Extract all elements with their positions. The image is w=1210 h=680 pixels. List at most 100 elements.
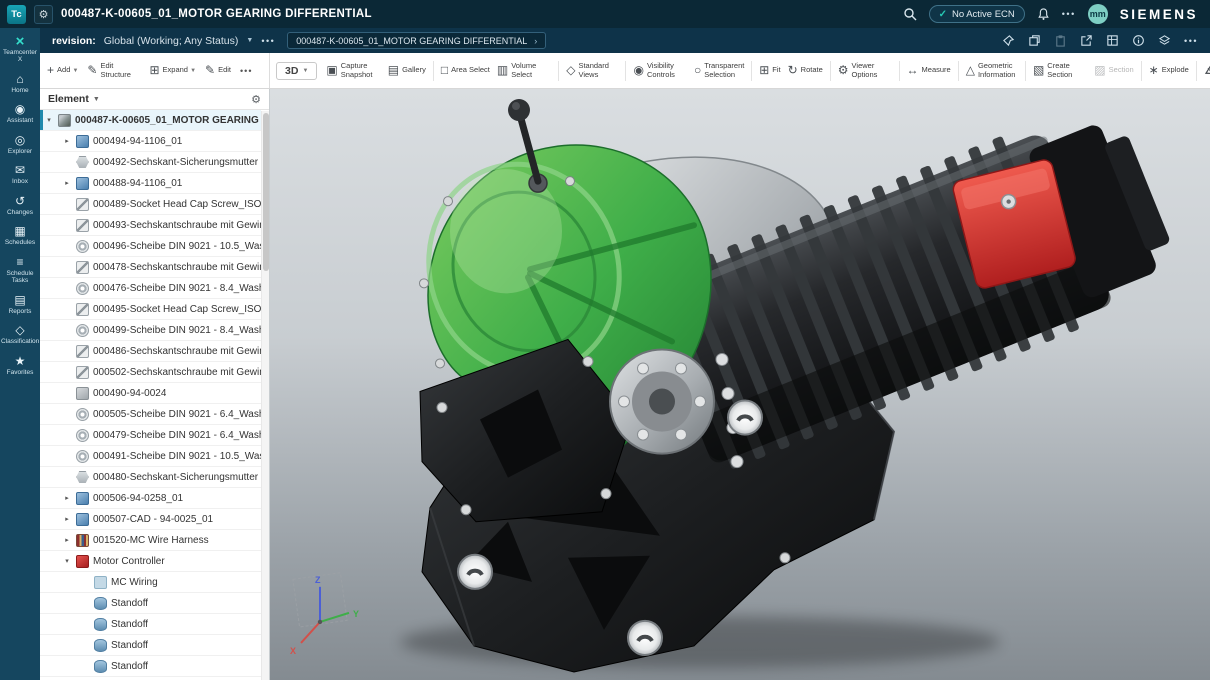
chevron-down-icon[interactable]: ▼ <box>246 37 253 44</box>
volume-select-button[interactable]: ▥Volume Select <box>494 60 554 81</box>
tree-row[interactable]: Standoff <box>40 593 261 614</box>
expand-caret-icon[interactable]: ▸ <box>62 536 72 544</box>
tree-item-label: 000478-Sechskantschraube mit Gewinde bis… <box>93 262 261 273</box>
scrollbar-thumb[interactable] <box>263 113 269 271</box>
edit-structure-button[interactable]: ✎Edit Structure <box>84 60 143 81</box>
user-avatar[interactable]: mm <box>1088 4 1108 24</box>
tree-scrollbar[interactable] <box>261 111 269 680</box>
tree-row[interactable]: 000496-Scheibe DIN 9021 - 10.5_Washer DI… <box>40 236 261 257</box>
tree-row[interactable]: ▸000494-94-1106_01 <box>40 131 261 152</box>
edit-button[interactable]: ✎Edit <box>202 62 234 79</box>
tree-row[interactable]: 000480-Sechskant-Sicherungsmutter ISO 70… <box>40 467 261 488</box>
sidebar-item-home[interactable]: ⌂Home <box>0 69 40 99</box>
tree-row[interactable]: 000493-Sechskantschraube mit Gewinde bis… <box>40 215 261 236</box>
axis-triad[interactable]: Z Y X <box>290 573 359 656</box>
header-more-button[interactable]: ••• <box>1062 9 1076 19</box>
transparent-selection-button[interactable]: ○Transparent Selection <box>691 60 747 81</box>
tree-header-label[interactable]: Element <box>48 93 89 105</box>
sidebar-item-label: Teamcenter X <box>1 49 39 64</box>
tree-row[interactable]: 000478-Sechskantschraube mit Gewinde bis… <box>40 257 261 278</box>
tree-row[interactable]: 000505-Scheibe DIN 9021 - 6.4_Washer DIN… <box>40 404 261 425</box>
sidebar-item-teamcenter-x[interactable]: ×Teamcenter X <box>0 31 40 69</box>
revision-value[interactable]: Global (Working; Any Status) <box>104 35 239 47</box>
sidebar-item-assistant[interactable]: ◉Assistant <box>0 99 40 129</box>
teamcenter-logo[interactable]: Tc <box>7 5 26 24</box>
capture-snapshot-button[interactable]: ▣Capture Snapshot <box>323 60 383 81</box>
tree-row[interactable]: ▸000488-94-1106_01 <box>40 173 261 194</box>
tree-row[interactable]: Standoff <box>40 656 261 677</box>
expand-caret-icon[interactable]: ▸ <box>62 515 72 523</box>
revision-more-button[interactable]: ••• <box>261 36 275 46</box>
rotate-button[interactable]: ↻Rotate <box>785 62 826 79</box>
structure-more-button[interactable]: ••• <box>237 66 255 76</box>
differential-hub[interactable] <box>610 349 714 453</box>
notifications-button[interactable] <box>1037 7 1050 21</box>
tree-row[interactable]: MC Wiring <box>40 572 261 593</box>
expand-button[interactable]: ⊞Expand ▼ <box>146 62 199 79</box>
tree-row[interactable]: 000499-Scheibe DIN 9021 - 8.4_Washer DIN… <box>40 320 261 341</box>
compare-button[interactable] <box>1158 34 1171 47</box>
sidebar-item-explorer[interactable]: ◎Explorer <box>0 130 40 160</box>
tree-row[interactable]: 000492-Sechskant-Sicherungsmutter ISO 70… <box>40 152 261 173</box>
tree-row[interactable]: Standoff <box>40 635 261 656</box>
tree-row[interactable]: ▾Motor Controller <box>40 551 261 572</box>
tree-row[interactable]: 000495-Socket Head Cap Screw_ISO_ISO 476… <box>40 299 261 320</box>
3d-viewport[interactable]: Z Y X <box>270 89 1210 680</box>
sidebar-item-changes[interactable]: ↺Changes <box>0 191 40 221</box>
section-icon: ▨ <box>1094 64 1105 77</box>
explode-button[interactable]: ∗Explode <box>1146 62 1192 79</box>
sidebar-item-inbox[interactable]: ✉Inbox <box>0 160 40 190</box>
fit-button[interactable]: ⊞Fit <box>756 62 783 79</box>
collapse-caret-icon[interactable]: ▾ <box>62 557 72 565</box>
sidebar-item-favorites[interactable]: ★Favorites <box>0 351 40 381</box>
pmi-button[interactable]: ∡PMI <box>1201 62 1210 79</box>
create-section-button[interactable]: ▧Create Section <box>1030 60 1090 81</box>
tree-row[interactable]: ▸000507-CAD - 94-0025_01 <box>40 509 261 530</box>
visibility-controls-button[interactable]: ◉Visibility Controls <box>630 60 689 81</box>
actions-more-button[interactable]: ••• <box>1184 36 1198 46</box>
add-button[interactable]: +Add ▼ <box>44 62 81 79</box>
search-button[interactable] <box>903 7 917 21</box>
table-view-button[interactable] <box>1106 34 1119 47</box>
section-button[interactable]: ▨Section <box>1091 62 1136 79</box>
pin-button[interactable] <box>1002 34 1015 47</box>
tree-row[interactable]: ▾000487-K-00605_01_MOTOR GEARING DIFFERE… <box>40 110 261 131</box>
breadcrumb[interactable]: 000487-K-00605_01_MOTOR GEARING DIFFEREN… <box>287 32 546 49</box>
chevron-down-icon: ▼ <box>72 68 78 74</box>
copy-button[interactable] <box>1028 34 1041 47</box>
tree-row[interactable]: 000489-Socket Head Cap Screw_ISO_ISO 476… <box>40 194 261 215</box>
tree-row[interactable]: 000502-Sechskantschraube mit Gewinde bis… <box>40 362 261 383</box>
viewer-mode-button[interactable]: 3D ▼ <box>276 62 317 80</box>
sidebar-item-schedules[interactable]: ▦Schedules <box>0 221 40 251</box>
standard-views-button[interactable]: ◇Standard Views <box>563 60 621 81</box>
expand-caret-icon[interactable]: ▸ <box>62 494 72 502</box>
expand-caret-icon[interactable]: ▸ <box>62 137 72 145</box>
paste-button[interactable] <box>1054 34 1067 47</box>
electric-motor[interactable] <box>639 92 1188 476</box>
gallery-button[interactable]: ▤Gallery <box>385 62 429 79</box>
3d-model-canvas[interactable]: Z Y X <box>270 89 1210 680</box>
tree-row[interactable]: Standoff <box>40 614 261 635</box>
area-select-button[interactable]: □Area Select <box>438 62 493 79</box>
viewer-options-button[interactable]: ⚙Viewer Options <box>835 60 895 81</box>
collapse-caret-icon[interactable]: ▾ <box>44 116 54 124</box>
tree-row[interactable]: 000490-94-0024 <box>40 383 261 404</box>
sidebar-item-label: Reports <box>9 308 32 315</box>
tree-row[interactable]: 000486-Sechskantschraube mit Gewinde bis… <box>40 341 261 362</box>
chevron-down-icon[interactable]: ▼ <box>93 96 100 103</box>
sidebar-item-schedule-tasks[interactable]: ≡Schedule Tasks <box>0 252 40 290</box>
info-button[interactable] <box>1132 34 1145 47</box>
sidebar-item-reports[interactable]: ▤Reports <box>0 290 40 320</box>
tree-row[interactable]: ▸001520-MC Wire Harness <box>40 530 261 551</box>
tree-row[interactable]: 000491-Scheibe DIN 9021 - 10.5_Washer DI… <box>40 446 261 467</box>
tree-settings-button[interactable]: ⚙ <box>251 93 261 106</box>
no-active-ecn-button[interactable]: ✓ No Active ECN <box>929 5 1025 23</box>
tree-row[interactable]: 000476-Scheibe DIN 9021 - 8.4_Washer DIN… <box>40 278 261 299</box>
tree-row[interactable]: ▸000506-94-0258_01 <box>40 488 261 509</box>
expand-caret-icon[interactable]: ▸ <box>62 179 72 187</box>
open-button[interactable] <box>1080 34 1093 47</box>
tree-row[interactable]: 000479-Scheibe DIN 9021 - 6.4_Washer DIN… <box>40 425 261 446</box>
geometric-information-button[interactable]: △Geometric Information <box>963 60 1021 81</box>
sidebar-item-classification[interactable]: ◇Classification <box>0 320 40 350</box>
measure-button[interactable]: ↔Measure <box>904 62 954 79</box>
